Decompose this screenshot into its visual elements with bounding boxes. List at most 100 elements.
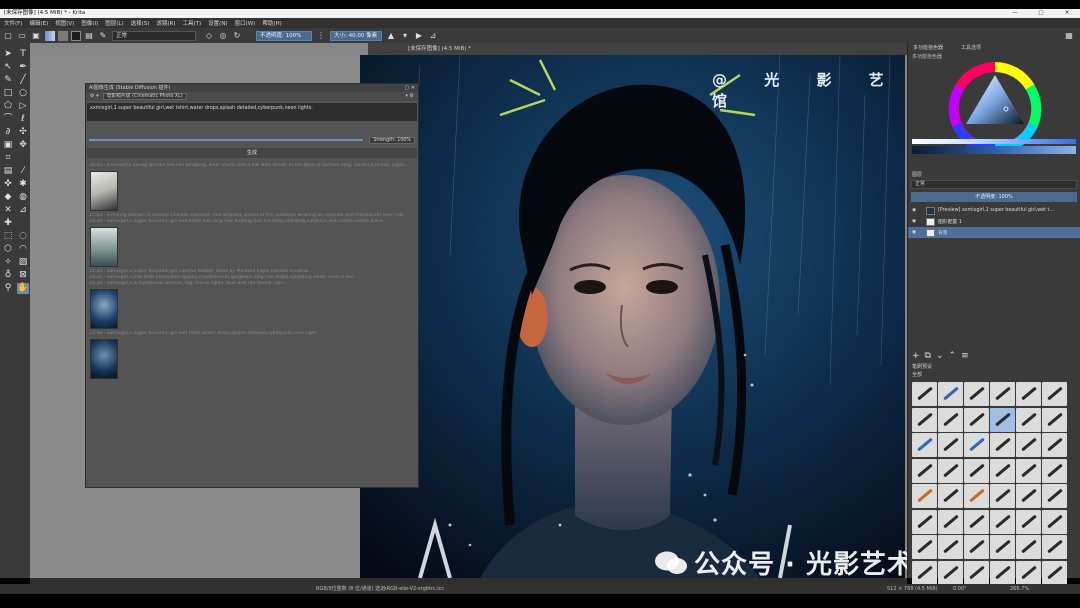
layer-row-selected[interactable]: ◉ 背景 bbox=[908, 227, 1080, 238]
brush-preset[interactable] bbox=[938, 433, 963, 457]
history-thumbnail[interactable] bbox=[90, 171, 118, 211]
magic-wand-tool-icon[interactable]: ✧ bbox=[2, 257, 14, 268]
fill-tool-icon[interactable]: ◆ bbox=[2, 192, 14, 203]
size-slider[interactable]: 大小: 40.00 像素 bbox=[330, 30, 382, 41]
assistant-tool-icon[interactable]: ✕ bbox=[2, 205, 14, 216]
polyline-tool-icon[interactable]: ▷ bbox=[17, 101, 29, 112]
reference-tool-icon[interactable]: ✚ bbox=[2, 218, 14, 229]
menu-file[interactable]: 文件(F) bbox=[4, 19, 22, 27]
brush-preset[interactable] bbox=[1016, 458, 1041, 483]
polygon-select-tool-icon[interactable]: ⬡ bbox=[2, 244, 14, 255]
menu-tools[interactable]: 工具(T) bbox=[183, 19, 202, 27]
new-file-icon[interactable]: ▢ bbox=[3, 31, 13, 41]
history-thumbnail-selected[interactable] bbox=[90, 339, 118, 379]
menu-window[interactable]: 窗口(W) bbox=[235, 19, 256, 27]
layer-blend-select[interactable]: 正常 bbox=[911, 180, 1077, 189]
document-tab[interactable]: [未保存图像] (4.5 MiB) * bbox=[368, 43, 907, 55]
brush-preset[interactable] bbox=[1042, 433, 1067, 457]
gradient-swatch[interactable] bbox=[45, 30, 55, 41]
similar-select-tool-icon[interactable]: ▨ bbox=[17, 257, 29, 268]
brush-preset[interactable] bbox=[1042, 509, 1067, 534]
brush-preset[interactable] bbox=[1016, 509, 1041, 534]
brush-preset[interactable] bbox=[938, 458, 963, 483]
bezier-select-tool-icon[interactable]: ♁ bbox=[2, 270, 14, 281]
strength-slider[interactable] bbox=[89, 139, 364, 141]
enclose-fill-tool-icon[interactable]: ◍ bbox=[17, 192, 29, 203]
brush-preset[interactable] bbox=[964, 560, 989, 585]
brush-preset[interactable] bbox=[964, 484, 989, 508]
layer-row[interactable]: ◉ [Preview] xxmixgirl,1 super beautiful … bbox=[908, 205, 1080, 216]
eye-icon[interactable]: ◉ bbox=[912, 208, 920, 213]
mirror-dropdown-icon[interactable]: ▾ bbox=[400, 31, 410, 41]
smart-patch-tool-icon[interactable]: ✜ bbox=[2, 179, 14, 190]
brush-preset[interactable] bbox=[1042, 560, 1067, 585]
ellipse-select-tool-icon[interactable]: ◌ bbox=[17, 231, 29, 242]
edit-shapes-tool-icon[interactable]: ↖ bbox=[2, 62, 14, 73]
menu-help[interactable]: 帮助(H) bbox=[262, 19, 281, 27]
menu-settings[interactable]: 设置(N) bbox=[208, 19, 227, 27]
rectangle-tool-icon[interactable]: □ bbox=[2, 88, 14, 99]
hue-slider[interactable] bbox=[912, 139, 1076, 144]
add-layer-icon[interactable]: + bbox=[912, 351, 925, 361]
brush-preset[interactable] bbox=[938, 484, 963, 508]
menu-view[interactable]: 视图(V) bbox=[55, 19, 74, 27]
duplicate-layer-icon[interactable]: ⧉ bbox=[925, 351, 936, 361]
brush-preset[interactable] bbox=[964, 382, 989, 406]
brush-preset[interactable] bbox=[912, 484, 937, 508]
polygon-tool-icon[interactable]: ⬠ bbox=[2, 101, 14, 112]
wrap-icon[interactable]: ▶ bbox=[414, 31, 424, 41]
brush-preset[interactable] bbox=[964, 458, 989, 483]
brush-preset[interactable] bbox=[990, 535, 1015, 559]
brush-preset[interactable] bbox=[938, 509, 963, 534]
layer-properties-icon[interactable]: ≡ bbox=[961, 351, 974, 361]
layer-row[interactable]: ◉ 图形配置 1 bbox=[908, 216, 1080, 227]
brush-preset-icon[interactable]: ✎ bbox=[98, 31, 108, 41]
freehand-select-tool-icon[interactable]: ◠ bbox=[17, 244, 29, 255]
brush-preset[interactable] bbox=[1042, 458, 1067, 483]
brush-preset[interactable] bbox=[990, 382, 1015, 406]
layer-opacity-slider[interactable]: 不透明度: 100% bbox=[911, 192, 1077, 202]
blend-mode-select[interactable]: 正常 bbox=[112, 30, 196, 41]
brush-preset[interactable] bbox=[912, 433, 937, 457]
magnetic-select-tool-icon[interactable]: ⊠ bbox=[17, 270, 29, 281]
brush-preset[interactable] bbox=[912, 407, 937, 432]
history-entry[interactable]: 15:48 - xxmixgirl,1 super beautiful girl… bbox=[89, 331, 415, 337]
opacity-more-icon[interactable]: ⋮ bbox=[316, 31, 326, 41]
generate-button[interactable]: 生成 bbox=[87, 148, 417, 158]
model-select[interactable]: 电影照片级 (Cinematic Photo XL) bbox=[102, 93, 187, 100]
brush-preset[interactable] bbox=[990, 560, 1015, 585]
brush-preset[interactable] bbox=[938, 535, 963, 559]
model-options-icon[interactable]: ▾ ⚙ bbox=[405, 92, 414, 101]
history-thumbnail[interactable] bbox=[90, 289, 118, 329]
pattern-swatch[interactable] bbox=[58, 30, 68, 41]
pan-tool-icon[interactable]: ✋ bbox=[17, 283, 29, 294]
history-entry[interactable]: 15:29 - xxmixgirl,1 super beautiful girl… bbox=[89, 219, 415, 225]
rect-select-tool-icon[interactable]: ⬚ bbox=[2, 231, 14, 242]
move-up-icon[interactable]: ⌃ bbox=[949, 351, 962, 361]
freehand-path-tool-icon[interactable]: ℓ bbox=[17, 114, 29, 125]
history-thumbnail[interactable] bbox=[90, 227, 118, 267]
mirror-icon[interactable]: ▲ bbox=[386, 31, 396, 41]
maximize-button[interactable]: ▢ bbox=[1028, 9, 1054, 18]
brush-preset[interactable] bbox=[912, 560, 937, 585]
color-wheel-icon[interactable] bbox=[908, 61, 1080, 155]
brush-preset[interactable] bbox=[990, 458, 1015, 483]
zoom-level[interactable]: 266.7% bbox=[1010, 584, 1029, 594]
ellipse-tool-icon[interactable]: ○ bbox=[17, 88, 29, 99]
menu-image[interactable]: 图像(I) bbox=[81, 19, 98, 27]
tab-tool-options[interactable]: 工具选项 bbox=[961, 43, 981, 53]
history-entry[interactable]: 15:20 - xxmixgirl,1 a mysterious woman, … bbox=[89, 281, 415, 287]
brush-preset[interactable] bbox=[964, 433, 989, 457]
foreground-color-swatch[interactable] bbox=[71, 30, 81, 41]
reload-icon[interactable]: ↻ bbox=[232, 31, 242, 41]
prompt-input[interactable]: xxmixgirl,1 super beautiful girl,wet tsh… bbox=[87, 103, 417, 121]
brush-preset[interactable] bbox=[1016, 433, 1041, 457]
brush-preset[interactable] bbox=[1016, 484, 1041, 508]
freehand-brush-tool-icon[interactable]: ✎ bbox=[2, 75, 14, 86]
brush-preset[interactable] bbox=[1042, 382, 1067, 406]
move-down-icon[interactable]: ⌄ bbox=[936, 351, 949, 361]
rotation-label[interactable]: 0.00° bbox=[953, 584, 967, 594]
brush-preset[interactable] bbox=[938, 382, 963, 406]
line-tool-icon[interactable]: ╱ bbox=[17, 75, 29, 86]
text-tool-icon[interactable]: T bbox=[17, 49, 29, 60]
